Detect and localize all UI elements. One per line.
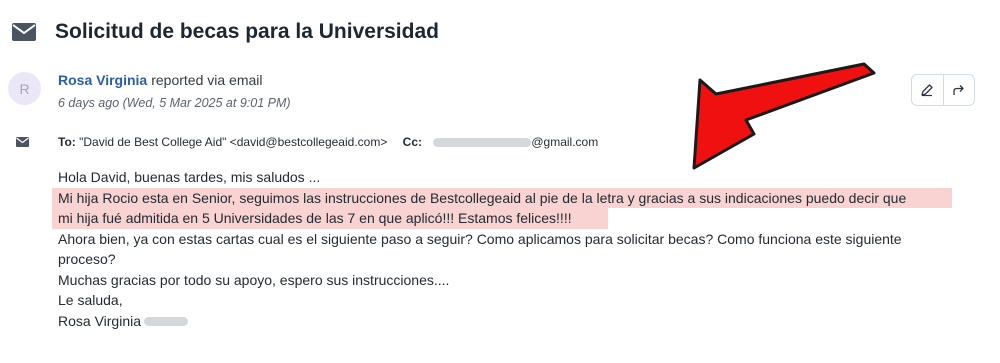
action-button-group <box>911 74 975 106</box>
red-arrow-icon <box>692 62 876 170</box>
message-question: Ahora bien, ya con estas cartas cual es … <box>58 230 902 247</box>
forward-icon <box>953 85 964 95</box>
message-question-cont: proceso? <box>58 251 116 267</box>
recipients-line: To: "David de Best College Aid" <david@b… <box>58 135 598 149</box>
sender-name-link[interactable]: Rosa Virginia <box>58 72 147 88</box>
forward-button[interactable] <box>942 75 975 105</box>
ticket-header: Solicitud de becas para la Universidad <box>12 20 439 44</box>
to-label: To: <box>58 135 76 149</box>
cc-redacted-username <box>433 138 532 148</box>
message-thanks: Muchas gracias por todo su apoyo, espero… <box>58 271 450 288</box>
message-body: Hola David, buenas tardes, mis saludos .… <box>52 167 958 332</box>
cc-label: Cc: <box>402 135 423 149</box>
highlighted-text-line: mi hija fué admitida en 5 Universidades … <box>52 208 608 229</box>
signature-name: Rosa Virginia <box>58 312 142 329</box>
highlighted-text-line: Mi hija Rocio esta en Senior, seguimos l… <box>52 187 952 208</box>
sender-via-text: reported via email <box>151 72 263 88</box>
pencil-icon <box>921 84 933 97</box>
page-title: Solicitud de becas para la Universidad <box>55 20 439 43</box>
cc-address-domain: @gmail.com <box>531 135 599 149</box>
edit-button[interactable] <box>912 75 943 105</box>
envelope-icon <box>12 23 36 41</box>
sender-line: Rosa Virginia reported via email <box>58 72 263 88</box>
message-closing: Le saluda, <box>58 292 123 308</box>
envelope-small-icon <box>16 137 29 147</box>
timestamp: 6 days ago (Wed, 5 Mar 2025 at 9:01 PM) <box>58 96 291 110</box>
signature-redacted-surname <box>144 317 189 327</box>
to-address: "David de Best College Aid" <david@bestc… <box>79 135 388 149</box>
avatar: R <box>8 72 41 105</box>
message-signature: Rosa Virginia <box>58 311 958 332</box>
